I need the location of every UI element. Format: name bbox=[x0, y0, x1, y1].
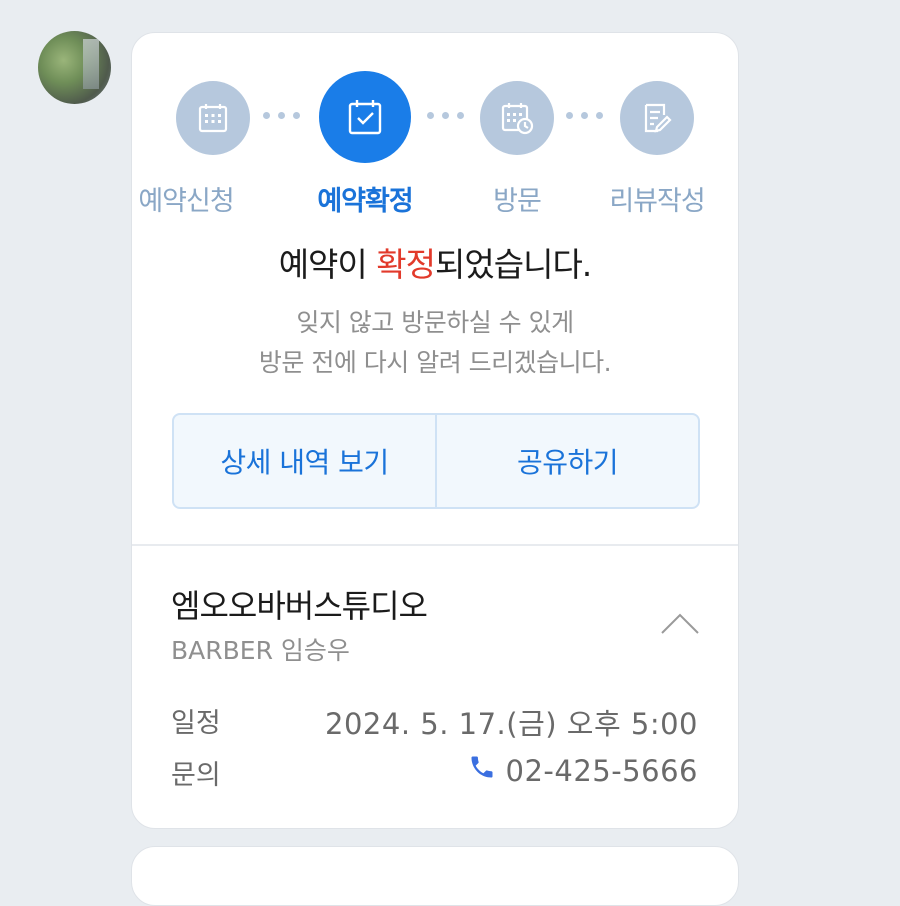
schedule-value: 2024. 5. 17.(금) 오후 5:00 bbox=[325, 707, 698, 741]
step-label-review: 리뷰작성 bbox=[609, 186, 705, 217]
step-connector bbox=[263, 112, 300, 119]
chevron-up-icon[interactable] bbox=[660, 611, 700, 635]
step-connector bbox=[427, 112, 464, 119]
step-4-edit-note-icon bbox=[620, 81, 694, 155]
designer-name: BARBER 임승우 bbox=[171, 636, 350, 665]
contact-label: 문의 bbox=[171, 760, 221, 791]
step-2-calendar-check-icon bbox=[319, 71, 411, 163]
action-buttons: 상세 내역 보기 공유하기 bbox=[172, 413, 700, 509]
schedule-label: 일정 bbox=[171, 708, 221, 739]
shop-name: 엠오오바버스튜디오 bbox=[171, 587, 428, 625]
step-3-calendar-clock-icon bbox=[480, 81, 554, 155]
step-label-request: 예약신청 bbox=[138, 186, 234, 217]
contact-value[interactable]: 02-425-5666 bbox=[506, 754, 699, 788]
view-details-button[interactable]: 상세 내역 보기 bbox=[174, 415, 435, 507]
share-button[interactable]: 공유하기 bbox=[435, 415, 698, 507]
divider bbox=[132, 544, 738, 546]
status-highlight: 확정 bbox=[376, 245, 436, 284]
status-description: 잊지 않고 방문하실 수 있게 방문 전에 다시 알려 드리겠습니다. bbox=[258, 308, 612, 377]
reservation-card: 예약신청 예약확정 방문 리뷰작성 예약이 확정되었습니다. 잊지 않고 방문하… bbox=[131, 32, 739, 829]
status-title: 예약이 확정되었습니다. bbox=[278, 245, 593, 284]
step-connector bbox=[566, 112, 603, 119]
contact-phone[interactable]: 02-425-5666 bbox=[468, 753, 699, 788]
phone-icon bbox=[468, 753, 496, 788]
step-1-calendar-icon bbox=[176, 81, 250, 155]
step-label-visit: 방문 bbox=[493, 186, 542, 217]
step-label-confirmed: 예약확정 bbox=[317, 186, 413, 217]
next-card bbox=[131, 846, 739, 906]
avatar bbox=[38, 31, 111, 104]
